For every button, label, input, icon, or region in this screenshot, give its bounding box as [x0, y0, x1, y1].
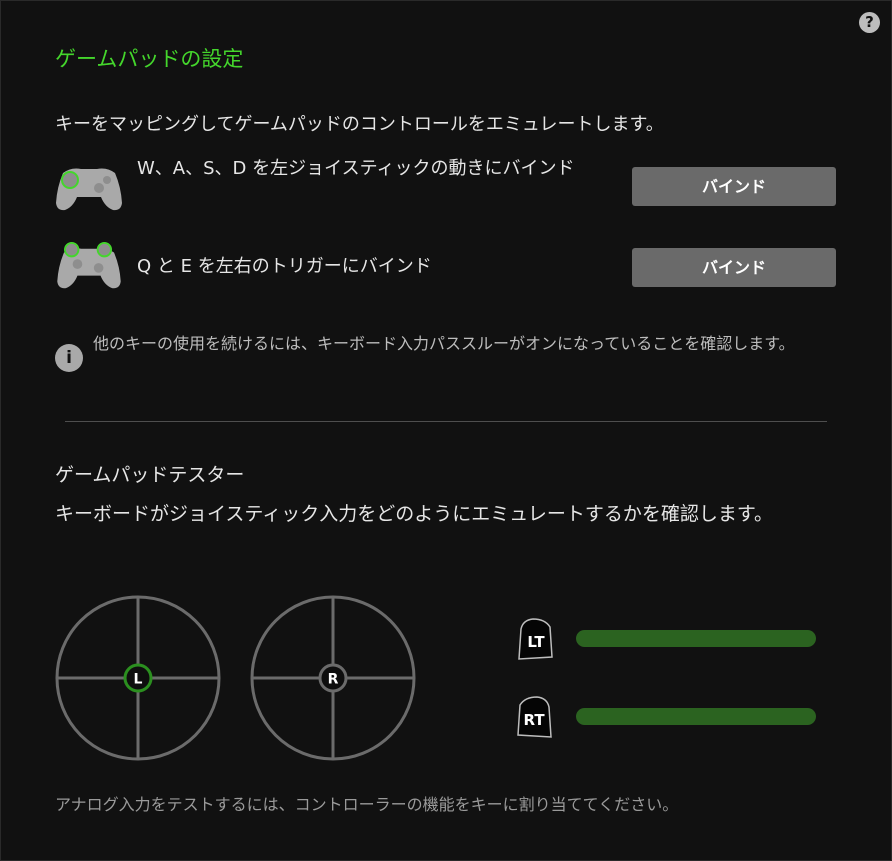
- rt-trigger-icon: RT: [517, 696, 552, 738]
- bind-row-label: Q と E を左右のトリガーにバインド: [137, 256, 432, 277]
- left-stick-tester: L: [55, 595, 221, 761]
- bind-row-triggers: Q と E を左右のトリガーにバインド バインド: [55, 241, 836, 297]
- mapping-description: キーをマッピングしてゲームパッドのコントロールをエミュレートします。: [55, 114, 664, 135]
- info-text: 他のキーの使用を続けるには、キーボード入力パススルーがオンになっていることを確認…: [93, 334, 795, 353]
- lt-label: LT: [527, 633, 545, 651]
- bind-row-label: W、A、S、D を左ジョイスティックの動きにバインド: [137, 158, 575, 179]
- bind-left-stick-button[interactable]: バインド: [632, 167, 836, 206]
- bind-row-left-stick: W、A、S、D を左ジョイスティックの動きにバインド バインド: [55, 158, 836, 221]
- rt-trigger-row: RT: [517, 695, 817, 739]
- tester-description: キーボードがジョイスティック入力をどのようにエミュレートするかを確認します。: [55, 503, 774, 525]
- tester-title: ゲームパッドテスター: [55, 464, 245, 486]
- info-icon: i: [55, 344, 83, 372]
- lt-trigger-row: LT: [517, 617, 817, 661]
- page-title: ゲームパッドの設定: [55, 47, 244, 71]
- right-stick-label: R: [328, 672, 339, 688]
- gamepad-left-stick-icon: [56, 168, 122, 211]
- gamepad-triggers-icon: [57, 241, 121, 289]
- left-stick-label: L: [134, 672, 143, 688]
- bind-triggers-button[interactable]: バインド: [632, 248, 836, 287]
- section-divider: [65, 421, 827, 422]
- right-stick-tester: R: [250, 595, 416, 761]
- lt-progress-bar: [576, 630, 816, 647]
- analog-test-note: アナログ入力をテストするには、コントローラーの機能をキーに割り当ててください。: [55, 795, 679, 814]
- help-icon[interactable]: ?: [859, 12, 880, 33]
- gamepad-settings-panel: ? ゲームパッドの設定 キーをマッピングしてゲームパッドのコントロールをエミュレ…: [0, 0, 892, 861]
- rt-label: RT: [523, 711, 545, 729]
- rt-progress-bar: [576, 708, 816, 725]
- lt-trigger-icon: LT: [518, 618, 553, 660]
